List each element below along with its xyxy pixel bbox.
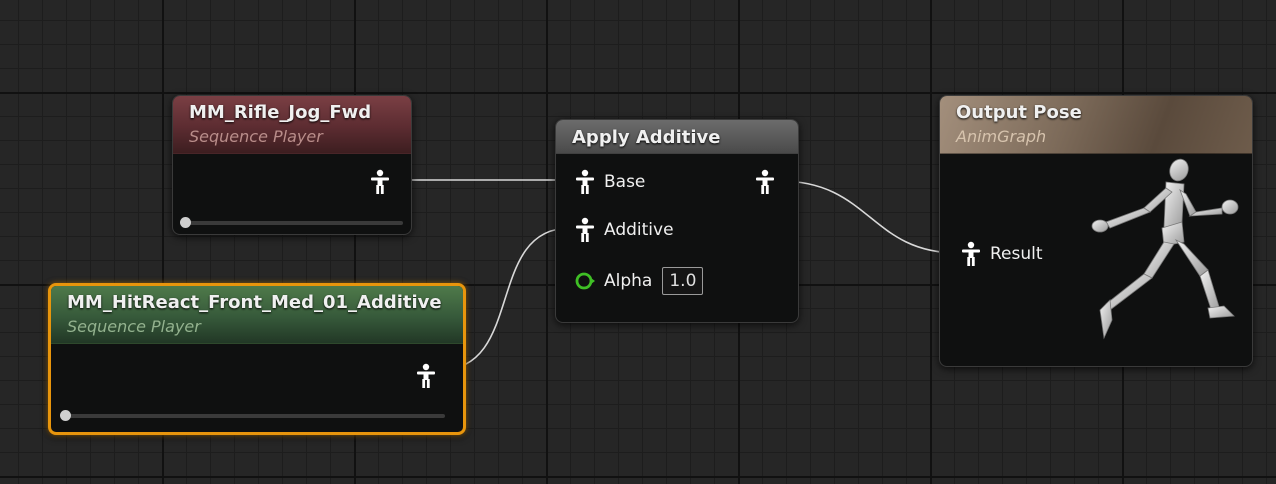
wire-apply-to-result[interactable] [779, 180, 959, 254]
output-pose-pin[interactable] [415, 363, 437, 389]
node-header: MM_HitReact_Front_Med_01_Additive Sequen… [51, 286, 463, 344]
playback-slider-thumb[interactable] [60, 410, 71, 421]
node-header: Apply Additive [556, 120, 798, 154]
node-title: MM_Rifle_Jog_Fwd [189, 102, 372, 123]
pose-pin-icon [417, 363, 435, 388]
node-title: Output Pose [956, 102, 1082, 123]
pose-pin-icon [576, 169, 594, 194]
node-subtitle: AnimGraph [956, 127, 1047, 146]
node-subtitle: Sequence Player [67, 317, 201, 336]
node-title: MM_HitReact_Front_Med_01_Additive [67, 292, 442, 313]
pin-label-alpha: Alpha [604, 271, 653, 291]
node-subtitle: Sequence Player [189, 127, 323, 146]
output-pose-pin[interactable] [369, 169, 391, 195]
node-header: MM_Rifle_Jog_Fwd Sequence Player [173, 96, 411, 154]
node-title: Apply Additive [572, 127, 721, 148]
mannequin-preview-icon [1091, 158, 1239, 340]
node-header: Output Pose AnimGraph [940, 96, 1252, 154]
alpha-float-pin[interactable]: Alpha 1.0 [574, 267, 704, 295]
result-pose-pin[interactable]: Result [960, 241, 1043, 267]
anim-graph-canvas[interactable]: MM_Rifle_Jog_Fwd Sequence Player MM_HitR… [0, 0, 1276, 484]
pose-pin-icon [371, 169, 389, 194]
pin-label-additive: Additive [604, 220, 674, 240]
pose-pin-icon [962, 241, 980, 266]
output-pose-pin[interactable] [754, 169, 776, 195]
playback-slider-thumb[interactable] [180, 217, 191, 228]
pin-label-result: Result [990, 244, 1043, 264]
pose-pin-icon [756, 169, 774, 194]
node-rifle-jog-fwd[interactable]: MM_Rifle_Jog_Fwd Sequence Player [172, 95, 412, 235]
node-apply-additive[interactable]: Apply Additive Base Additive Alpha 1.0 [555, 119, 799, 323]
base-pose-pin[interactable]: Base [574, 169, 645, 195]
alpha-value-input[interactable]: 1.0 [662, 267, 704, 295]
playback-slider[interactable] [60, 410, 445, 421]
pin-label-base: Base [604, 172, 646, 192]
additive-pose-pin[interactable]: Additive [574, 217, 674, 243]
node-hitreact-additive[interactable]: MM_HitReact_Front_Med_01_Additive Sequen… [48, 283, 466, 435]
pose-pin-icon [576, 217, 594, 242]
float-pin-icon [575, 272, 595, 290]
playback-slider[interactable] [180, 217, 403, 228]
